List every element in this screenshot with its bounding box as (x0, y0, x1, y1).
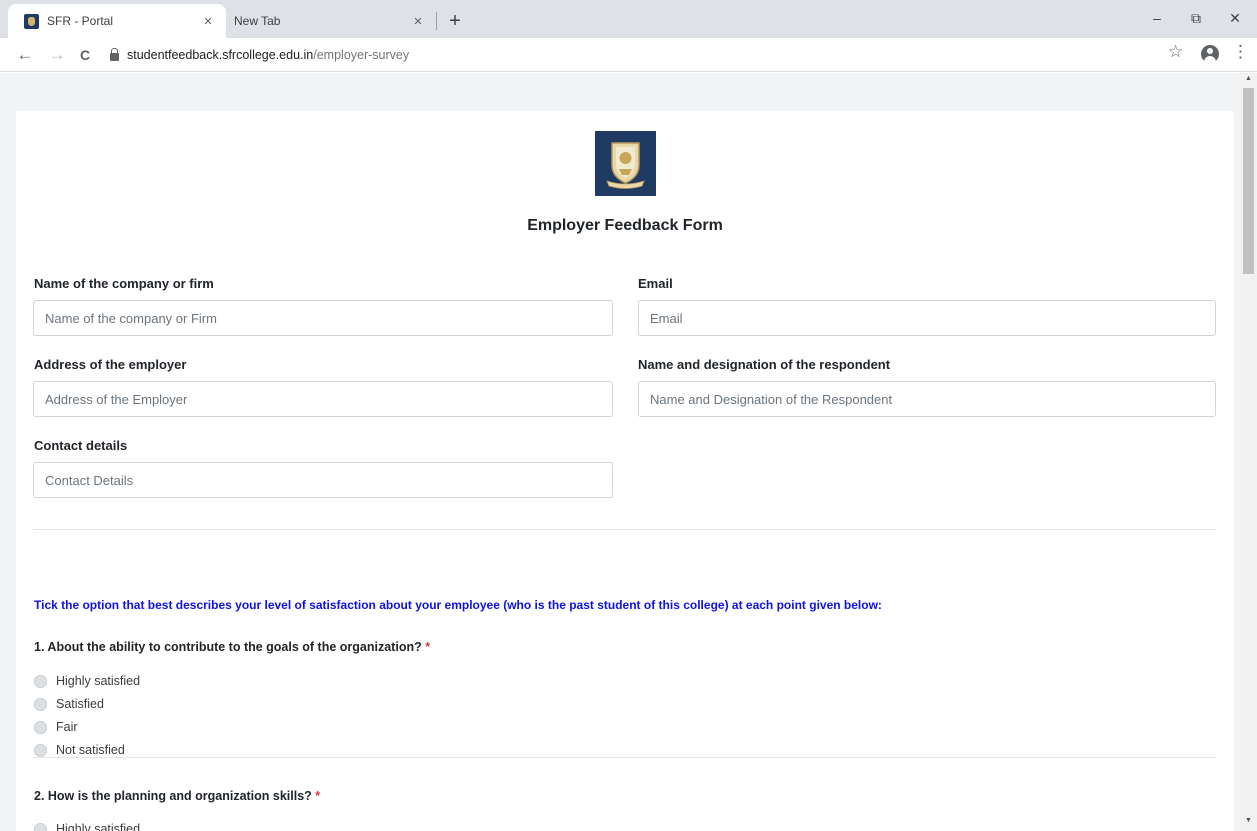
required-mark: * (425, 640, 431, 654)
scrollbar-thumb[interactable] (1243, 88, 1254, 274)
instruction-text: Tick the option that best describes your… (34, 598, 882, 612)
radio-button[interactable] (34, 743, 47, 757)
reload-button[interactable]: C (72, 42, 98, 68)
contact-label: Contact details (34, 438, 128, 453)
close-tab-icon[interactable]: × (410, 13, 426, 30)
new-tab-button[interactable]: + (442, 8, 468, 34)
respondent-label: Name and designation of the respondent (638, 357, 891, 372)
option-label: Fair (56, 720, 78, 734)
tab-separator (436, 12, 437, 30)
option-label: Satisfied (56, 697, 104, 711)
favicon-icon (24, 13, 39, 29)
option-label: Highly satisfied (56, 822, 141, 831)
tab-new-tab[interactable]: New Tab × (226, 4, 436, 38)
lock-icon (110, 48, 119, 61)
window-close-button[interactable]: ✕ (1219, 4, 1251, 32)
q1-option-fair[interactable]: Fair (34, 718, 78, 736)
option-label: Highly satisfied (56, 674, 141, 688)
profile-icon[interactable] (1201, 45, 1219, 63)
college-logo (595, 131, 656, 196)
q2-option-highly-satisfied[interactable]: Highly satisfied (34, 820, 140, 831)
page-title: Employer Feedback Form (527, 217, 723, 234)
contact-input[interactable] (33, 462, 613, 498)
close-tab-icon[interactable]: × (200, 13, 216, 30)
section-divider (33, 529, 1216, 530)
email-label: Email (638, 276, 673, 291)
scroll-down-arrow-icon[interactable]: ▼ (1240, 817, 1257, 829)
tab-bar: SFR - Portal × New Tab × + – ⧉ ✕ (0, 0, 1257, 38)
required-mark: * (315, 789, 321, 803)
radio-button[interactable] (34, 674, 47, 688)
kebab-menu-icon[interactable]: ⋮ (1232, 42, 1249, 62)
address-bar[interactable]: studentfeedback.sfrcollege.edu.in /emplo… (104, 42, 1154, 68)
company-input[interactable] (33, 300, 613, 336)
question-2-text: 2. How is the planning and organization … (34, 789, 312, 803)
browser-toolbar: ← → C studentfeedback.sfrcollege.edu.in … (0, 38, 1257, 72)
question-1: 1. About the ability to contribute to th… (34, 640, 430, 654)
q1-option-satisfied[interactable]: Satisfied (34, 695, 104, 713)
question-divider (33, 757, 1216, 758)
back-button[interactable]: ← (12, 42, 38, 68)
tab-sfr-portal[interactable]: SFR - Portal × (8, 4, 226, 38)
page-viewport: Employer Feedback Form Name of the compa… (0, 73, 1240, 831)
respondent-input[interactable] (638, 381, 1216, 417)
url-path: /employer-survey (313, 48, 410, 62)
option-label: Not satisfied (56, 743, 125, 757)
star-icon[interactable]: ☆ (1168, 42, 1183, 62)
address-input[interactable] (33, 381, 613, 417)
radio-button[interactable] (34, 822, 47, 831)
scroll-up-arrow-icon[interactable]: ▲ (1240, 75, 1257, 87)
forward-button[interactable]: → (44, 42, 70, 68)
url-host: studentfeedback.sfrcollege.edu.in (127, 48, 314, 62)
radio-button[interactable] (34, 697, 47, 711)
restore-button[interactable]: ⧉ (1180, 4, 1212, 32)
q1-option-highly-satisfied[interactable]: Highly satisfied (34, 672, 140, 690)
minimize-button[interactable]: – (1141, 4, 1173, 32)
question-1-text: 1. About the ability to contribute to th… (34, 640, 422, 654)
email-input[interactable] (638, 300, 1216, 336)
address-label: Address of the employer (34, 357, 187, 372)
radio-button[interactable] (34, 720, 47, 734)
tab-title: SFR - Portal (47, 14, 114, 28)
company-label: Name of the company or firm (34, 276, 214, 291)
feedback-form-card: Employer Feedback Form Name of the compa… (16, 111, 1234, 831)
vertical-scrollbar[interactable]: ▲ ▼ (1240, 73, 1257, 831)
tab-title: New Tab (234, 14, 281, 28)
question-2: 2. How is the planning and organization … (34, 789, 320, 803)
